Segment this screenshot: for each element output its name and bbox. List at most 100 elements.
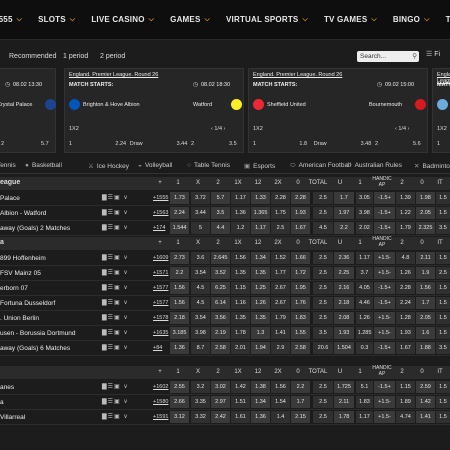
odds-cell[interactable]: 1.67 <box>396 342 415 354</box>
odds-cell[interactable]: 1.7 <box>291 396 310 408</box>
odds-cell[interactable]: 1.72 <box>291 267 310 279</box>
odds-cell[interactable]: 3.5 <box>211 207 230 219</box>
odds-cell[interactable]: 2.42 <box>211 411 230 423</box>
odds-cell[interactable]: 1.76 <box>291 297 310 309</box>
odds-cell[interactable]: 1.35 <box>231 267 250 279</box>
nav-item-bingo[interactable]: BINGO ⌵ <box>393 15 430 24</box>
odds-cell[interactable]: 1.5 <box>436 192 450 204</box>
odds-cell[interactable]: 4.05 <box>356 282 373 294</box>
odds-cell[interactable]: 2.59 <box>416 381 435 393</box>
odds-cell[interactable]: 2.67 <box>271 297 290 309</box>
match-row[interactable]: Palace ▇☰▣ ∨ +1555 1.73 3.72 5.7 1.17 1.33 2.28 2… <box>0 191 450 206</box>
chevron-down-icon[interactable]: ∨ <box>121 255 129 261</box>
odds-cell[interactable]: 2.58 <box>291 342 310 354</box>
chevron-down-icon[interactable]: ∨ <box>121 345 129 351</box>
match-name[interactable]: erborn 07 <box>0 285 28 292</box>
odds-cell[interactable]: 6.14 <box>211 297 230 309</box>
nav-item-live-casino[interactable]: LIVE CASINO ⌵ <box>91 15 154 24</box>
more-markets-link[interactable]: +1591 <box>153 414 168 420</box>
odds-cell[interactable]: 3.02 <box>211 381 230 393</box>
match-row[interactable]: a ▇☰▣ ∨ +1580 2.66 3.35 2.97 1.51 1.34 1.54 1.7 2.… <box>0 395 450 410</box>
sport-tab-table-tennis[interactable]: ○ Table Tennis <box>187 162 230 169</box>
match-name[interactable]: Palace <box>0 195 20 202</box>
filter-recommended[interactable]: Recommended <box>9 53 56 60</box>
odds-cell[interactable]: 1.51 <box>231 396 250 408</box>
odds-cell[interactable]: 5.1 <box>356 381 373 393</box>
odds-cell[interactable]: 2.5 <box>313 252 333 264</box>
odds-cell[interactable]: 1.7 <box>416 297 435 309</box>
odds-cell[interactable]: 1.7 <box>334 192 354 204</box>
chevron-down-icon[interactable]: ∨ <box>121 384 129 390</box>
odds-cell[interactable]: 2.5 <box>313 312 333 324</box>
more-markets-link[interactable]: +84 <box>153 345 162 351</box>
match-row[interactable]: . Union Berlin ▇☰▣ ∨ +1578 2.18 3.54 3.56 1.35… <box>0 311 450 326</box>
odds-cell[interactable]: 3.52 <box>211 267 230 279</box>
odds-cell[interactable]: 1.5 <box>436 381 450 393</box>
odds-cell[interactable]: 1.42 <box>231 381 250 393</box>
odds-cell[interactable]: 3.35 <box>191 396 210 408</box>
odds-cell[interactable]: -1.5+ <box>374 282 395 294</box>
odds-cell[interactable]: -1.5+ <box>374 342 395 354</box>
odds-cell[interactable]: 1.17 <box>251 222 270 234</box>
odds-cell[interactable]: 6.25 <box>211 282 230 294</box>
sport-tab-tennis[interactable]: ○Tennis <box>0 162 16 169</box>
odds-cell[interactable]: 1.78 <box>334 411 354 423</box>
odds-cell[interactable]: 1.26 <box>396 267 415 279</box>
match-name[interactable]: anes <box>0 384 14 391</box>
odds-cell[interactable]: 3.7 <box>356 267 373 279</box>
odds-cell[interactable]: 2.5 <box>313 192 333 204</box>
odds-cell[interactable]: 2.05 <box>416 312 435 324</box>
odds-cell[interactable]: 1.42 <box>416 396 435 408</box>
odds-cell[interactable]: 1.98 <box>416 192 435 204</box>
odds-cell[interactable]: 2.58 <box>211 342 230 354</box>
odds-cell[interactable]: 3.2 <box>191 381 210 393</box>
more-markets-link[interactable]: +1602 <box>153 384 168 390</box>
odds-cell[interactable]: 2.24 <box>396 297 415 309</box>
odds-cell[interactable]: 1.17 <box>356 252 373 264</box>
odds-cell[interactable]: 1.66 <box>291 252 310 264</box>
odds-cell[interactable]: 1.4 <box>271 411 290 423</box>
odds-cell[interactable]: 1.83 <box>356 396 373 408</box>
odds-cell[interactable]: 4.46 <box>356 297 373 309</box>
chevron-down-icon[interactable]: ∨ <box>121 195 129 201</box>
odds-cell[interactable]: 1.365 <box>251 207 270 219</box>
chevron-down-icon[interactable]: ∨ <box>121 270 129 276</box>
odds-cell[interactable]: 1.83 <box>291 312 310 324</box>
match-row[interactable]: away (Goals) 6 Matches ▇☰▣ ∨ +84 1.36 8.7 2.5… <box>0 341 450 356</box>
more-markets-link[interactable]: +1555 <box>153 195 168 201</box>
odds-cell[interactable]: 2.18 <box>170 312 189 324</box>
odds-cell[interactable]: 1.56 <box>231 252 250 264</box>
odds-cell[interactable]: 4.5 <box>191 282 210 294</box>
more-markets-link[interactable]: +1635 <box>153 330 168 336</box>
odds-cell[interactable]: 2.55 <box>170 381 189 393</box>
odds-cell[interactable]: 2.05 <box>416 207 435 219</box>
odds-cell[interactable]: 2.5 <box>436 267 450 279</box>
odds-cell[interactable]: 1.93 <box>291 207 310 219</box>
odds-cell[interactable]: +1.5- <box>374 411 395 423</box>
search-input[interactable]: Search... ⚲ <box>357 51 419 62</box>
odds-cell[interactable]: 3.5 <box>436 342 450 354</box>
odds-cell[interactable]: +1.5- <box>374 252 395 264</box>
match-name[interactable]: Fortuna Dusseldorf <box>0 300 55 307</box>
odds-cell[interactable]: 1.56 <box>170 282 189 294</box>
odds-cell[interactable]: -1.5+ <box>374 297 395 309</box>
tv-icon[interactable]: ▣ <box>114 384 121 390</box>
odds-cell[interactable]: 1.93 <box>396 327 415 339</box>
match-row[interactable]: 899 Hoffenheim ▇☰▣ ∨ +1609 2.73 3.6 2.645 1.56… <box>0 251 450 266</box>
odds-cell[interactable]: 1.52 <box>271 252 290 264</box>
odds-cell[interactable]: 1.55 <box>291 327 310 339</box>
odds-cell[interactable]: 1.94 <box>251 342 270 354</box>
odds-cell[interactable]: 1.34 <box>251 396 270 408</box>
odds-cell[interactable]: 1.77 <box>271 267 290 279</box>
odds-cell[interactable]: 5 <box>191 222 210 234</box>
match-name[interactable]: Villarreal <box>0 414 25 421</box>
odds-cell[interactable]: 3.54 <box>191 312 210 324</box>
tv-icon[interactable]: ▣ <box>114 270 121 276</box>
tv-icon[interactable]: ▣ <box>114 255 121 261</box>
odds-cell[interactable]: 0.3 <box>356 342 373 354</box>
chevron-right-icon[interactable]: › <box>406 126 410 132</box>
odds-cell[interactable]: 1.26 <box>356 312 373 324</box>
odds-cell[interactable]: 1.28 <box>396 312 415 324</box>
nav-item-partial[interactable]: 1555⌵ <box>0 15 22 24</box>
odds-cell[interactable]: +1.5- <box>374 327 395 339</box>
